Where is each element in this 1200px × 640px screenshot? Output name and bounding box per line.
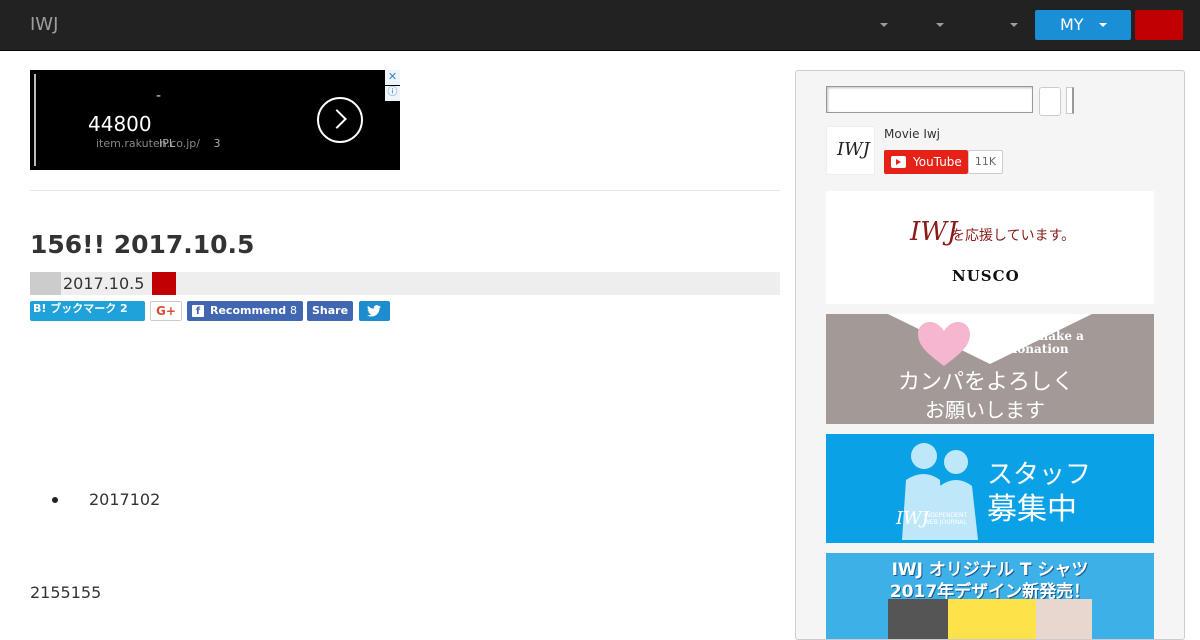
youtube-subscribe-button[interactable]: YouTube — [884, 150, 968, 174]
youtube-label: YouTube — [913, 155, 962, 169]
list-item: 2017102 — [89, 490, 161, 509]
channel-name[interactable]: Movie Iwj — [884, 127, 940, 141]
hatena-bookmark-button[interactable]: B! ブックマーク 2 — [30, 301, 145, 321]
staff-iwj-subtitle: INDEPENDENT WEB JOURNAL — [924, 512, 968, 526]
meta-gray-label — [30, 272, 61, 295]
category-badge[interactable] — [152, 272, 176, 295]
red-action-button[interactable] — [1135, 10, 1183, 40]
ad-price: 44800 — [88, 112, 152, 136]
list-bullet — [52, 497, 58, 503]
heart-icon — [918, 322, 970, 366]
youtube-play-icon — [891, 156, 906, 168]
page-title: 156!! 2017.10.5 — [30, 230, 255, 259]
ad-product-title: - — [156, 88, 162, 104]
donation-english-text: Please make a donation — [988, 329, 1084, 356]
info-icon[interactable]: ⓘ — [385, 86, 400, 101]
article-meta-bar: 2017.10.5 — [30, 272, 780, 295]
twitter-icon — [367, 305, 381, 317]
search-option-button[interactable] — [1066, 87, 1074, 114]
search-input[interactable] — [826, 86, 1033, 113]
tshirt-image-dark — [888, 599, 948, 639]
article-date: 2017.10.5 — [63, 274, 145, 293]
dropdown-caret-2[interactable] — [936, 23, 944, 27]
google-plus-button[interactable]: G+ — [150, 301, 182, 321]
close-icon[interactable]: ✕ — [385, 70, 400, 85]
channel-logo-text: IWJ — [837, 139, 870, 160]
facebook-icon: f — [192, 305, 204, 317]
staff-jp-line-2: 募集中 — [987, 492, 1077, 527]
donation-jp-line-1: カンパをよろしく — [898, 370, 1075, 395]
dropdown-caret-3[interactable] — [1010, 23, 1018, 27]
sponsor-banner[interactable]: IWJ を応援しています。 NUSCO — [826, 191, 1154, 304]
tshirt-image-beige — [1036, 599, 1092, 639]
chevron-right-icon[interactable] — [317, 97, 363, 143]
sidebar: IWJ Movie Iwj YouTube 11K IWJ を応援しています。 … — [795, 70, 1185, 640]
article-body: 2155155 — [30, 583, 102, 602]
search-button[interactable] — [1039, 87, 1061, 116]
sponsor-name: NUSCO — [952, 267, 1020, 285]
tshirt-banner[interactable]: IWJ オリジナル T シャツ 2017年デザイン新発売！ — [826, 553, 1154, 639]
chevron-down-icon — [1099, 23, 1107, 27]
facebook-recommend-button[interactable]: f Recommend 8 — [187, 301, 303, 321]
twitter-button[interactable] — [359, 301, 390, 321]
ad-banner[interactable]: - 44800 item.rakuten.co.jp/ IPL 3 ✕ ⓘ — [30, 70, 400, 170]
donation-jp-line-2: お願いします — [925, 398, 1045, 422]
donation-banner[interactable]: Please make a donation カンパをよろしく お願いします — [826, 314, 1154, 424]
staff-recruit-banner[interactable]: スタッフ 募集中 IWJ INDEPENDENT WEB JOURNAL — [826, 434, 1154, 543]
ad-url-overlay: IPL 3 — [159, 137, 221, 150]
subscriber-count: 11K — [968, 150, 1003, 174]
divider — [30, 190, 780, 191]
ad-image-edge — [34, 74, 36, 166]
brand-logo[interactable]: IWJ — [30, 14, 58, 35]
dropdown-caret-1[interactable] — [880, 23, 888, 27]
top-navbar: IWJ MY — [0, 0, 1200, 51]
sponsor-text: を応援しています。 — [951, 228, 1076, 244]
my-menu-label: MY — [1060, 15, 1084, 34]
facebook-share-button[interactable]: Share — [307, 301, 353, 321]
my-menu-button[interactable]: MY — [1035, 10, 1131, 40]
facebook-recommend-label: Recommend 8 — [210, 304, 297, 317]
channel-avatar[interactable]: IWJ — [826, 126, 875, 175]
